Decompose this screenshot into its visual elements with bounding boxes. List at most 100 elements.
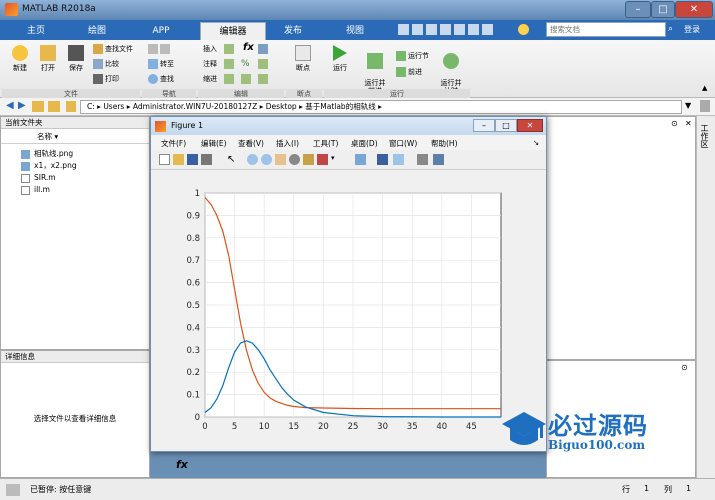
panel-options-icon[interactable]: ⊙ xyxy=(671,119,678,128)
search-icon[interactable]: ⌕ xyxy=(668,22,680,37)
paste-icon[interactable] xyxy=(440,24,451,35)
nav-arrows[interactable] xyxy=(148,43,172,55)
forward-icon[interactable]: ▶ xyxy=(18,100,26,111)
run-and-advance-button[interactable]: 运行并 前进 xyxy=(358,43,392,95)
menu-edit[interactable]: 编辑(E) xyxy=(201,138,227,149)
open-button[interactable]: 打开 xyxy=(34,43,62,73)
tab-home[interactable]: 主页 xyxy=(14,22,58,40)
zoom-in-icon[interactable] xyxy=(247,154,258,165)
minimize-button[interactable]: – xyxy=(625,1,651,18)
find-files-button[interactable]: 查找文件 xyxy=(93,43,133,55)
menu-view[interactable]: 查看(V) xyxy=(238,138,264,149)
goto-button[interactable]: 转至 xyxy=(148,58,174,70)
figure-maximize-button[interactable]: □ xyxy=(495,119,517,132)
pan-icon[interactable] xyxy=(275,154,286,165)
hide-tools-icon[interactable] xyxy=(417,154,428,165)
uncomment-icon[interactable] xyxy=(258,59,268,69)
workspace-sidebar[interactable]: 工作区 xyxy=(696,116,715,478)
compare-button[interactable]: 比较 xyxy=(93,58,119,70)
maximize-button[interactable]: □ xyxy=(651,1,675,18)
switch-windows-icon[interactable] xyxy=(482,24,493,35)
figure-minimize-button[interactable]: – xyxy=(473,119,495,132)
rotate-icon[interactable] xyxy=(289,154,300,165)
decrease-indent-icon[interactable] xyxy=(241,74,251,84)
new-figure-icon[interactable] xyxy=(159,154,170,165)
file-item[interactable]: x1，x2.png xyxy=(21,160,77,171)
menu-tools[interactable]: 工具(T) xyxy=(313,138,338,149)
save-icon[interactable] xyxy=(398,24,409,35)
indent-icon[interactable] xyxy=(224,74,234,84)
open-file-icon[interactable] xyxy=(173,154,184,165)
link-plot-icon[interactable] xyxy=(355,154,366,165)
tab-editor[interactable]: 编辑器 xyxy=(200,22,266,40)
current-folder-panel: 当前文件夹 名称 ▾ 相轨线.png x1，x2.png SIR.m ill.m xyxy=(0,116,150,350)
line-chart[interactable]: 0 5 10 15 20 25 30 35 40 45 0 0.1 0.2 0.3 0.4 0.5 0.6 0.7… xyxy=(151,171,546,436)
advance-button[interactable]: 前进 xyxy=(396,66,422,78)
tab-plots[interactable]: 绘图 xyxy=(74,22,120,40)
current-path[interactable]: C: ▸ Users ▸ Administrator.WIN7U-2018012… xyxy=(80,100,682,114)
tab-apps[interactable]: APP xyxy=(138,22,184,40)
percent-icon[interactable]: % xyxy=(241,59,250,69)
print-button[interactable]: 打印 xyxy=(93,73,119,85)
tab-view[interactable]: 视图 xyxy=(332,22,378,40)
insert-function-icon[interactable] xyxy=(258,44,268,54)
workspace-label[interactable]: 工作区 xyxy=(699,124,710,148)
run-button[interactable]: 运行 xyxy=(326,43,354,73)
run-and-time-button[interactable]: 运行并 计时 xyxy=(434,43,468,95)
pointer-icon[interactable]: ↖ xyxy=(227,154,238,165)
menu-file[interactable]: 文件(F) xyxy=(161,138,186,149)
save-figure-icon[interactable] xyxy=(187,154,198,165)
watermark-text: 必过源码 xyxy=(548,412,648,440)
breakpoints-button[interactable]: 断点 xyxy=(289,43,317,73)
menu-help[interactable]: 帮助(H) xyxy=(431,138,458,149)
redo-icon[interactable] xyxy=(468,24,479,35)
tab-publish[interactable]: 发布 xyxy=(270,22,316,40)
help-icon[interactable] xyxy=(518,24,529,35)
file-item[interactable]: ill.m xyxy=(21,184,50,195)
path-dropdown-icon[interactable]: ▼ xyxy=(685,101,691,110)
copy-icon[interactable] xyxy=(426,24,437,35)
browse-folder-icon[interactable] xyxy=(48,101,60,112)
insert-button[interactable]: 插入 xyxy=(203,43,217,55)
search-folder-icon[interactable] xyxy=(700,100,710,112)
search-docs-input[interactable] xyxy=(546,22,666,37)
collapse-toolstrip-icon[interactable]: ▲ xyxy=(702,84,707,92)
panel-close-icon[interactable]: ✕ xyxy=(685,119,692,128)
menu-desktop[interactable]: 桌面(D) xyxy=(351,138,378,149)
data-cursor-icon[interactable] xyxy=(303,154,314,165)
zoom-out-icon[interactable] xyxy=(261,154,272,165)
brush-dropdown-icon[interactable]: ▾ xyxy=(331,154,342,165)
column-header-name[interactable]: 名称 ▾ xyxy=(1,130,149,144)
menu-dock-icon[interactable]: ↘ xyxy=(533,138,539,147)
print-figure-icon[interactable] xyxy=(201,154,212,165)
menu-window[interactable]: 窗口(W) xyxy=(389,138,417,149)
login-link[interactable]: 登录 xyxy=(684,24,700,35)
undo-icon[interactable] xyxy=(454,24,465,35)
cut-icon[interactable] xyxy=(412,24,423,35)
comment-button[interactable]: 注释 xyxy=(203,58,217,70)
menu-insert[interactable]: 插入(I) xyxy=(276,138,299,149)
figure-close-button[interactable]: ✕ xyxy=(517,119,543,132)
window-titlebar: MATLAB R2018a – □ ✕ xyxy=(0,0,715,20)
back-icon[interactable]: ◀ xyxy=(6,100,14,111)
command-options-icon[interactable]: ⊙ xyxy=(681,363,688,372)
indent-button[interactable]: 缩进 xyxy=(203,73,217,85)
comment-icon[interactable] xyxy=(224,59,234,69)
show-tools-icon[interactable] xyxy=(433,154,444,165)
fx-icon[interactable]: fx xyxy=(243,42,254,53)
brush-icon[interactable] xyxy=(317,154,328,165)
save-button[interactable]: 保存 xyxy=(62,43,90,73)
find-button[interactable]: 查找 xyxy=(148,73,174,85)
up-folder-icon[interactable] xyxy=(32,101,44,112)
insert-section-icon[interactable] xyxy=(224,44,234,54)
legend-icon[interactable] xyxy=(393,154,404,165)
run-section-button[interactable]: 运行节 xyxy=(396,50,429,62)
editor-area[interactable]: ⊙ ✕ xyxy=(546,116,696,360)
file-item[interactable]: 相轨线.png xyxy=(21,148,73,159)
file-item[interactable]: SIR.m xyxy=(21,172,56,183)
colorbar-icon[interactable] xyxy=(377,154,388,165)
close-button[interactable]: ✕ xyxy=(675,1,713,18)
x-tick-label: 25 xyxy=(348,422,359,432)
new-button[interactable]: 新建 xyxy=(6,43,34,73)
increase-indent-icon[interactable] xyxy=(258,74,268,84)
